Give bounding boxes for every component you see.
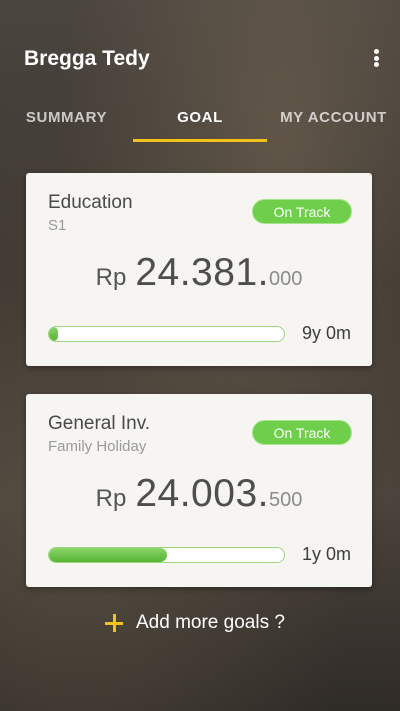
goal-name: General Inv.: [48, 413, 151, 434]
tab-my-account[interactable]: MY ACCOUNT: [267, 92, 400, 142]
add-goal-label: Add more goals ?: [136, 612, 285, 633]
plus-icon: [104, 613, 124, 633]
goal-duration: 9y 0m: [302, 323, 352, 343]
more-vertical-icon[interactable]: [368, 46, 384, 70]
amount-decimal: 000: [268, 268, 303, 290]
tab-bar: SUMMARY GOAL MY ACCOUNT: [0, 92, 400, 142]
goal-progress-fill: [49, 327, 59, 341]
amount-decimal: 500: [268, 489, 303, 511]
goal-subtitle: S1: [48, 217, 67, 234]
goal-progress-bar: [48, 547, 285, 563]
status-badge: On Track: [252, 420, 352, 445]
goal-progress-fill: [49, 548, 167, 562]
amount-main: 24.003.: [135, 472, 269, 515]
currency-label: Rp: [95, 264, 127, 291]
goal-name: Education: [48, 192, 133, 213]
goal-duration: 1y 0m: [302, 544, 352, 564]
tab-summary[interactable]: SUMMARY: [0, 92, 133, 142]
goal-subtitle: Family Holiday: [48, 438, 147, 455]
goal-amount: Rp 24.003. 500: [26, 472, 372, 516]
amount-main: 24.381.: [135, 251, 269, 294]
app-bar: Bregga Tedy SUMMARY GOAL MY ACCOUNT: [0, 0, 400, 142]
goal-card-education[interactable]: Education S1 On Track Rp 24.381. 000 9y …: [26, 173, 372, 366]
goal-progress-bar: [48, 326, 285, 342]
currency-label: Rp: [95, 485, 127, 512]
status-badge: On Track: [252, 199, 352, 224]
active-tab-indicator: [133, 139, 267, 142]
goal-amount: Rp 24.381. 000: [26, 251, 372, 295]
tab-goal[interactable]: GOAL: [133, 92, 267, 142]
goal-card-general-inv[interactable]: General Inv. Family Holiday On Track Rp …: [26, 394, 372, 587]
add-more-goals-button[interactable]: Add more goals ?: [104, 612, 285, 634]
page-title: Bregga Tedy: [24, 47, 150, 70]
